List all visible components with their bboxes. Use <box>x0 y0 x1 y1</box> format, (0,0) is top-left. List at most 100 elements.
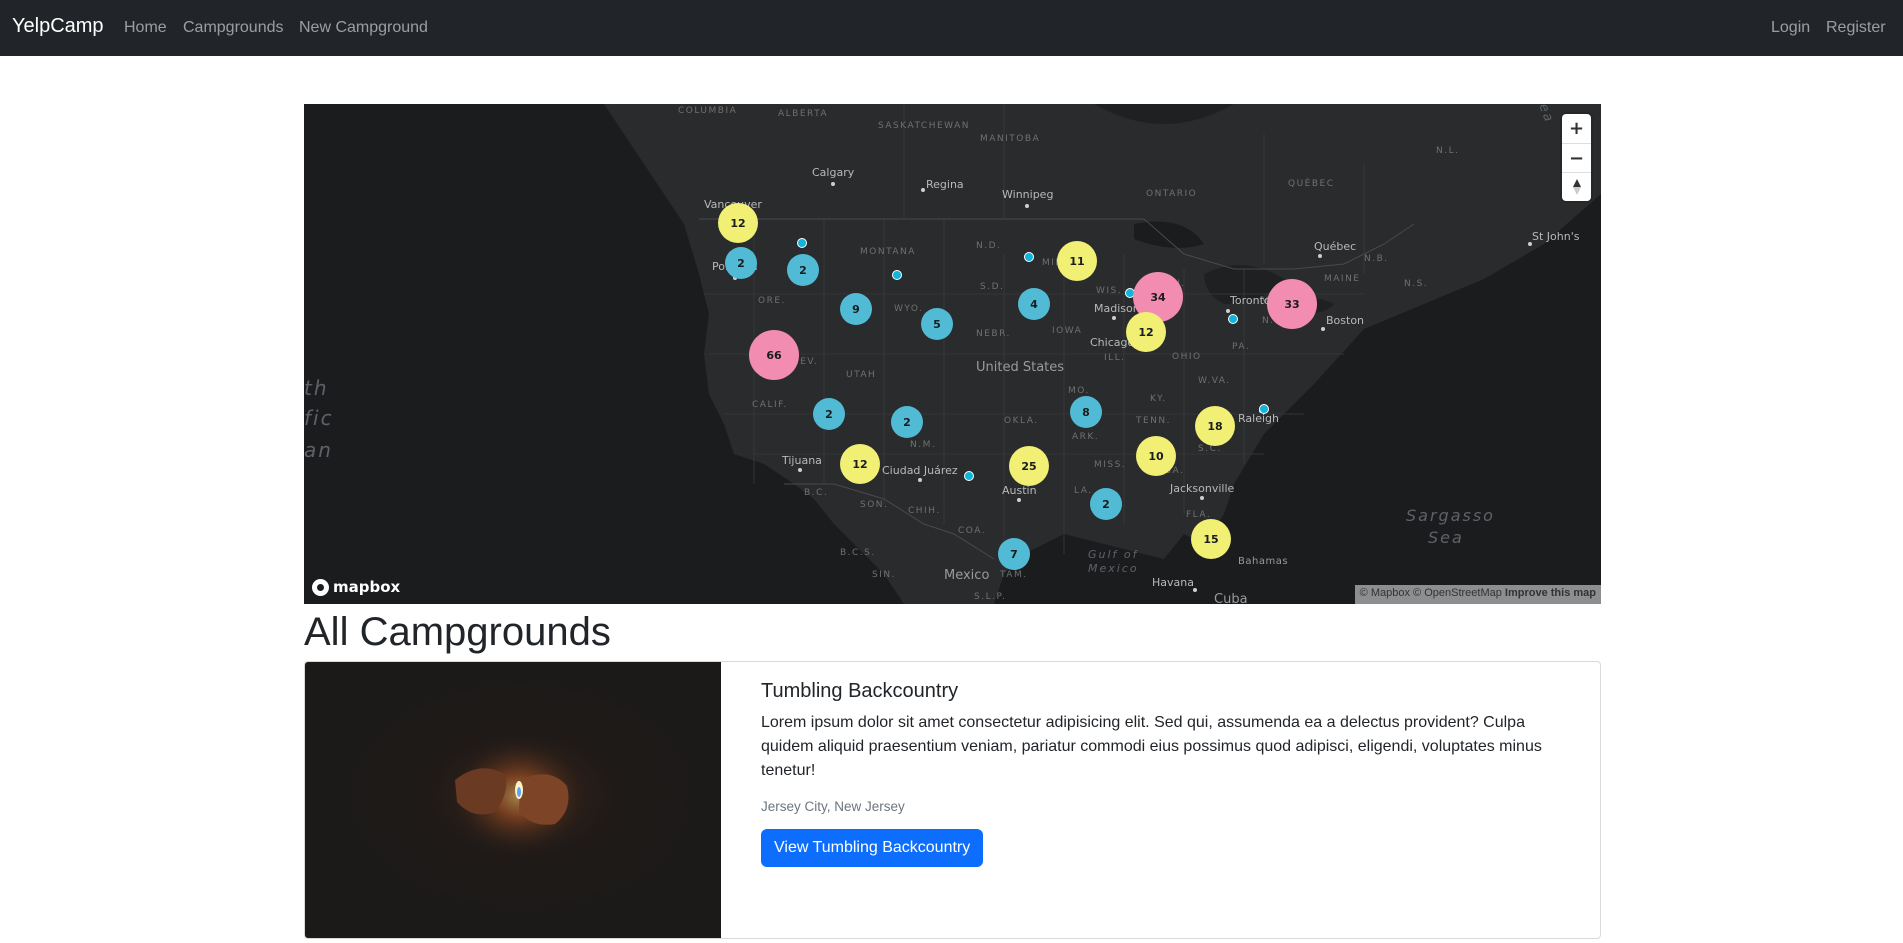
cluster-count: 12 <box>852 457 868 471</box>
city-dot <box>1112 316 1116 320</box>
map-cluster[interactable]: 10 <box>1136 436 1176 476</box>
map-label-ark: ARK. <box>1072 432 1100 442</box>
map-label-iowa: IOWA <box>1052 326 1083 336</box>
city-ciudad-juarez: Ciudad Juárez <box>882 464 958 477</box>
cluster-count: 25 <box>1021 459 1037 473</box>
map-cluster[interactable]: 9 <box>840 293 872 325</box>
cluster-count: 9 <box>852 302 860 316</box>
cluster-count: 7 <box>1010 547 1018 561</box>
attribution-mapbox-link[interactable]: © Mapbox <box>1360 587 1410 599</box>
map-cluster[interactable]: 2 <box>891 406 923 438</box>
map-label-coa: COA. <box>958 526 987 536</box>
city-calgary: Calgary <box>812 166 855 179</box>
cluster-count: 66 <box>766 348 782 362</box>
map-cluster[interactable]: 7 <box>998 538 1030 570</box>
city-dot <box>798 468 802 472</box>
map-label-nm: N.M. <box>910 440 937 450</box>
cluster-count: 12 <box>730 216 746 230</box>
map-cluster[interactable]: 2 <box>787 254 819 286</box>
map-cluster[interactable]: 15 <box>1191 519 1231 559</box>
zoom-in-button[interactable]: + <box>1562 114 1591 143</box>
compass-icon <box>1572 179 1581 195</box>
campground-card: Tumbling Backcountry Lorem ipsum dolor s… <box>304 661 1601 939</box>
map-label-united-states: United States <box>976 360 1065 375</box>
cluster-count: 18 <box>1207 419 1223 433</box>
map-label-tenn: TENN. <box>1136 416 1172 426</box>
city-dot <box>918 478 922 482</box>
map-cluster[interactable]: 11 <box>1057 241 1097 281</box>
map-cluster[interactable]: 12 <box>1126 312 1166 352</box>
map-label-wyo: WYO. <box>894 304 924 314</box>
map-label-pacific-1: th <box>304 376 329 400</box>
nav-register-link[interactable]: Register <box>1826 19 1886 37</box>
cluster-count: 15 <box>1203 532 1219 546</box>
map-cluster[interactable]: 66 <box>749 330 799 380</box>
map-label-sargasso-sea: Sea <box>1428 528 1464 547</box>
campground-pin[interactable] <box>797 238 807 248</box>
cluster-count: 11 <box>1069 254 1085 268</box>
navbar: YelpCamp Home Campgrounds New Campground… <box>0 0 1903 56</box>
map-label-bc-mx: B.C. <box>804 488 829 498</box>
campground-pin[interactable] <box>892 270 902 280</box>
improve-map-link[interactable]: Improve this map <box>1505 587 1596 599</box>
mapbox-logo[interactable]: mapbox <box>312 578 400 596</box>
map-cluster[interactable]: 2 <box>1090 488 1122 520</box>
map-cluster[interactable]: 25 <box>1009 446 1049 486</box>
map-label-manitoba: MANITOBA <box>980 134 1041 144</box>
cluster-map[interactable]: COLUMBIA ALBERTA SASKATCHEWAN MANITOBA O… <box>304 104 1601 604</box>
cluster-count: 10 <box>1148 449 1164 463</box>
city-raleigh: Raleigh <box>1238 412 1279 425</box>
city-dot <box>1200 496 1204 500</box>
nav-campgrounds-link[interactable]: Campgrounds <box>183 19 284 37</box>
city-tijuana: Tijuana <box>782 454 822 467</box>
campground-image <box>305 662 721 938</box>
page-title: All Campgrounds <box>304 610 611 654</box>
city-dot <box>921 188 925 192</box>
nav-home-link[interactable]: Home <box>124 19 167 37</box>
map-label-ns: N.S. <box>1404 279 1429 289</box>
map-label-nebr: NEBR. <box>976 329 1011 339</box>
map-label-columbia: COLUMBIA <box>678 106 738 116</box>
zoom-out-button[interactable]: − <box>1562 143 1591 172</box>
map-label-cuba: Cuba <box>1214 592 1248 604</box>
campground-pin[interactable] <box>964 471 974 481</box>
map-cluster[interactable]: 18 <box>1195 406 1235 446</box>
map-cluster[interactable]: 8 <box>1070 396 1102 428</box>
map-label-chih: CHIH. <box>908 506 941 516</box>
brand-logo[interactable]: YelpCamp <box>12 15 104 38</box>
map-cluster[interactable]: 2 <box>813 398 845 430</box>
cluster-count: 2 <box>799 263 807 277</box>
city-quebec: Québec <box>1314 240 1357 253</box>
cluster-count: 2 <box>825 407 833 421</box>
map-cluster[interactable]: 2 <box>725 247 757 279</box>
campground-pin[interactable] <box>1024 252 1034 262</box>
city-dot <box>1321 327 1325 331</box>
campground-description: Lorem ipsum dolor sit amet consectetur a… <box>761 714 1542 779</box>
city-dot <box>831 182 835 186</box>
map-cluster[interactable]: 33 <box>1267 279 1317 329</box>
view-campground-button[interactable]: View Tumbling Backcountry <box>761 829 984 867</box>
map-label-gulf: Gulf of <box>1088 548 1139 561</box>
map-cluster[interactable]: 5 <box>921 308 953 340</box>
nav-new-campground-link[interactable]: New Campground <box>299 19 428 37</box>
city-regina: Regina <box>926 178 964 191</box>
map-label-calif: CALIF. <box>752 400 788 410</box>
map-label-tam: TAM. <box>1000 570 1028 580</box>
cluster-count: 33 <box>1284 297 1300 311</box>
map-attribution: © Mapbox © OpenStreetMap Improve this ma… <box>1354 585 1601 604</box>
nav-login-link[interactable]: Login <box>1771 19 1810 37</box>
map-cluster[interactable]: 4 <box>1018 288 1050 320</box>
cluster-count: 2 <box>1102 497 1110 511</box>
map-label-mexico: Mexico <box>944 568 990 583</box>
map-cluster[interactable]: 12 <box>718 203 758 243</box>
map-cluster[interactable]: 12 <box>840 444 880 484</box>
city-madison: Madison <box>1094 302 1140 315</box>
cluster-count: 8 <box>1082 405 1090 419</box>
campground-pin[interactable] <box>1228 314 1238 324</box>
reset-bearing-button[interactable] <box>1562 172 1591 201</box>
attribution-osm-link[interactable]: © OpenStreetMap <box>1413 587 1502 599</box>
map-label-ore: ORE. <box>758 296 786 306</box>
map-label-sin: SIN. <box>872 570 896 580</box>
map-label-okla: OKLA. <box>1004 416 1039 426</box>
campground-pin[interactable] <box>1259 404 1269 414</box>
